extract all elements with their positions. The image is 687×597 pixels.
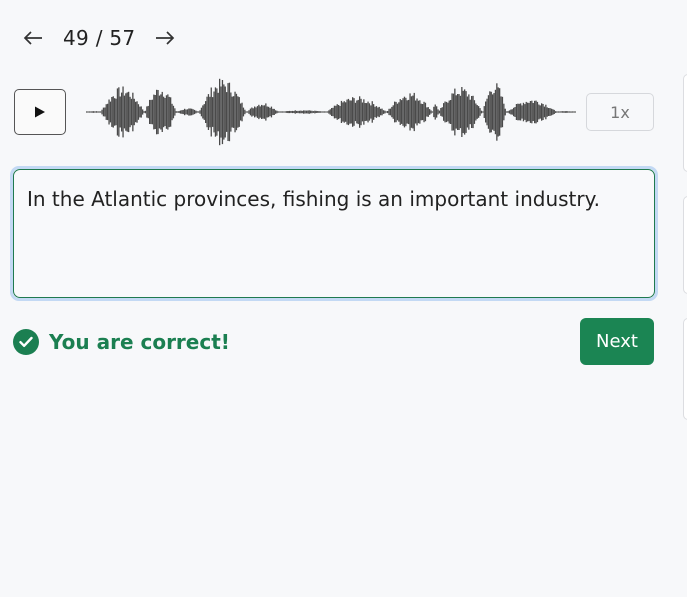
side-card (683, 74, 687, 172)
arrow-right-icon[interactable] (154, 24, 176, 52)
playback-speed-button[interactable]: 1x (586, 93, 654, 131)
audio-waveform[interactable] (86, 72, 576, 152)
next-button[interactable]: Next (580, 318, 654, 365)
play-button[interactable] (14, 89, 66, 135)
dictation-page: 49 / 57 1x In the Atlantic provinces, fi… (0, 0, 687, 597)
question-counter: 49 / 57 (63, 26, 136, 50)
feedback-text: You are correct! (49, 330, 230, 354)
pager: 49 / 57 (22, 24, 176, 52)
check-circle-icon (13, 329, 39, 355)
answer-textarea[interactable]: In the Atlantic provinces, fishing is an… (13, 169, 655, 298)
side-card (683, 318, 687, 420)
arrow-left-icon[interactable] (22, 24, 44, 52)
play-icon (35, 106, 45, 118)
feedback-message: You are correct! (13, 329, 230, 355)
side-card (683, 196, 687, 294)
